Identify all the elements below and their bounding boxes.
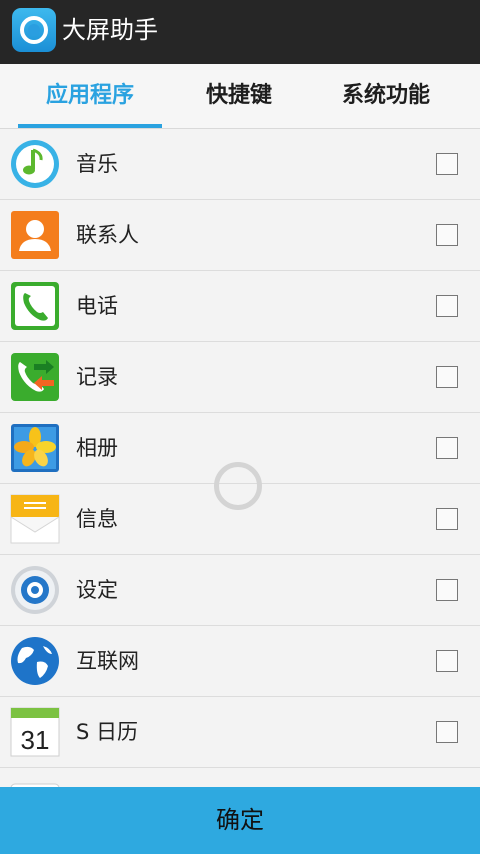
- contacts-icon: [11, 211, 59, 259]
- loading-spinner-icon: [214, 462, 262, 510]
- settings-icon: [11, 566, 59, 614]
- list-item-label: 互联网: [76, 649, 139, 673]
- list-item[interactable]: 联系人: [0, 200, 480, 271]
- list-item[interactable]: 记录: [0, 342, 480, 413]
- music-icon: [11, 140, 59, 188]
- checkbox[interactable]: [436, 437, 458, 459]
- list-item[interactable]: 音乐: [0, 129, 480, 200]
- list-item-label: 音乐: [76, 152, 118, 176]
- tab-applications[interactable]: 应用程序: [18, 64, 162, 128]
- list-item[interactable]: 互联网: [0, 626, 480, 697]
- checkbox[interactable]: [436, 366, 458, 388]
- confirm-button[interactable]: 确定: [0, 787, 480, 854]
- tab-system-functions[interactable]: 系统功能: [314, 64, 458, 128]
- phone-icon: [11, 282, 59, 330]
- internet-icon: [11, 637, 59, 685]
- active-tab-indicator: [18, 124, 162, 128]
- list-item[interactable]: 31 S 日历: [0, 697, 480, 768]
- list-item[interactable]: 设定: [0, 555, 480, 626]
- checkbox[interactable]: [436, 721, 458, 743]
- calendar-day: 31: [21, 725, 50, 755]
- checkbox[interactable]: [436, 295, 458, 317]
- tab-bar: 应用程序 快捷键 系统功能: [0, 64, 480, 129]
- app-logo-icon: [12, 8, 56, 52]
- app-title: 大屏助手: [62, 16, 158, 44]
- calendar-icon: 31: [10, 707, 60, 757]
- tab-shortcuts[interactable]: 快捷键: [168, 64, 310, 128]
- list-item-label: S 日历: [76, 720, 139, 744]
- title-bar: 大屏助手: [0, 0, 480, 64]
- call-log-icon: [11, 353, 59, 401]
- messages-icon: [10, 494, 60, 544]
- list-item-label: 设定: [76, 578, 118, 602]
- camera-icon: [10, 783, 60, 787]
- checkbox[interactable]: [436, 508, 458, 530]
- list-item-label: 电话: [76, 294, 118, 318]
- list-item[interactable]: 电话: [0, 271, 480, 342]
- list-item[interactable]: [0, 768, 480, 787]
- app-list[interactable]: 音乐 联系人 电话 记录 相册 信息 设定 互联网 31 S 日历: [0, 129, 480, 787]
- checkbox[interactable]: [436, 153, 458, 175]
- checkbox[interactable]: [436, 579, 458, 601]
- list-item-label: 信息: [76, 507, 118, 531]
- list-item-label: 记录: [76, 365, 118, 389]
- list-item-label: 联系人: [76, 223, 139, 247]
- list-item-label: 相册: [76, 436, 118, 460]
- checkbox[interactable]: [436, 224, 458, 246]
- gallery-icon: [11, 424, 59, 472]
- checkbox[interactable]: [436, 650, 458, 672]
